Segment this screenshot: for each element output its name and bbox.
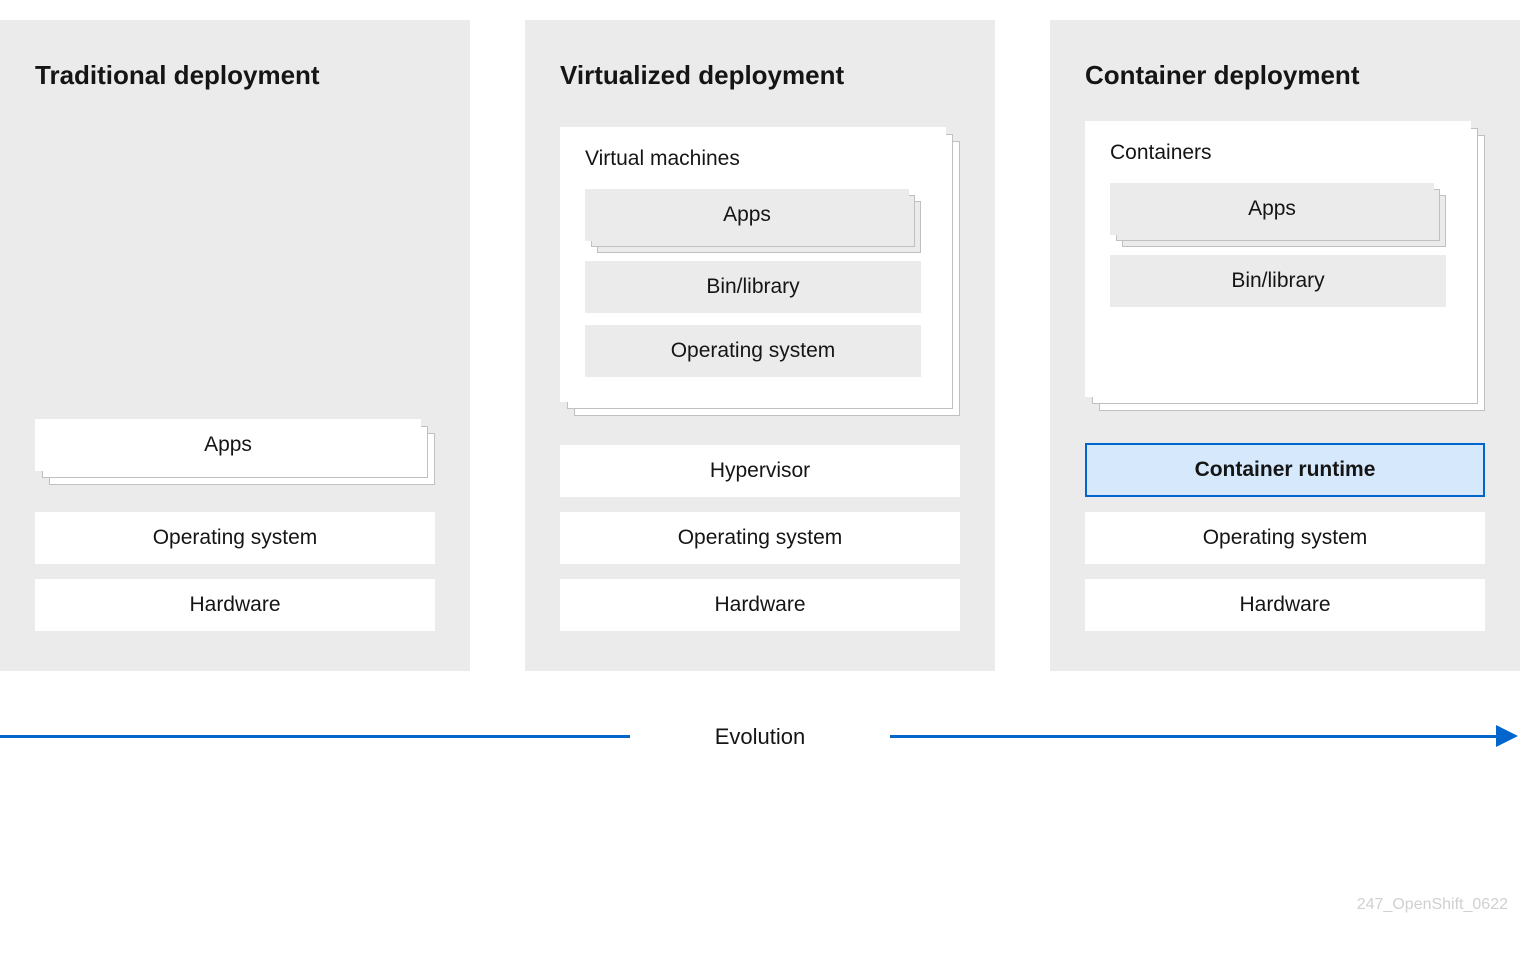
watermark: 247_OpenShift_0622 — [1357, 896, 1508, 914]
vm-os-box: Operating system — [585, 325, 921, 377]
hardware-box: Hardware — [1085, 579, 1485, 631]
os-box: Operating system — [1085, 512, 1485, 564]
vm-apps-label: Apps — [585, 189, 909, 241]
column-container: Container deployment Containers Apps Bin… — [1050, 20, 1520, 671]
evolution-arrow: Evolution — [0, 716, 1520, 756]
apps-label: Apps — [35, 419, 421, 471]
vm-lib-box: Bin/library — [585, 261, 921, 313]
container-apps-stack: Apps — [1110, 183, 1434, 235]
os-box: Operating system — [560, 512, 960, 564]
column-title: Traditional deployment — [35, 60, 435, 91]
column-traditional: Traditional deployment Apps Operating sy… — [0, 20, 470, 671]
container-stack: Containers Apps Bin/library — [1085, 121, 1471, 397]
container-apps-label: Apps — [1110, 183, 1434, 235]
columns-container: Traditional deployment Apps Operating sy… — [0, 0, 1520, 671]
column-title: Virtualized deployment — [560, 60, 960, 91]
vm-stack: Virtual machines Apps Bin/library Operat… — [560, 127, 946, 402]
hardware-box: Hardware — [560, 579, 960, 631]
container-lib-box: Bin/library — [1110, 255, 1446, 307]
os-box: Operating system — [35, 512, 435, 564]
container-front: Containers Apps Bin/library — [1085, 121, 1471, 397]
vm-apps-stack: Apps — [585, 189, 909, 241]
arrow-head-icon — [1496, 725, 1518, 747]
apps-stack: Apps — [35, 419, 421, 471]
spacer — [35, 121, 435, 419]
vm-title: Virtual machines — [585, 147, 921, 171]
container-title: Containers — [1110, 141, 1446, 165]
container-runtime-box: Container runtime — [1085, 443, 1485, 497]
vm-front: Virtual machines Apps Bin/library Operat… — [560, 127, 946, 402]
hardware-box: Hardware — [35, 579, 435, 631]
hypervisor-box: Hypervisor — [560, 445, 960, 497]
column-virtualized: Virtualized deployment Virtual machines … — [525, 20, 995, 671]
arrow-line — [890, 735, 1500, 738]
column-title: Container deployment — [1085, 60, 1485, 91]
